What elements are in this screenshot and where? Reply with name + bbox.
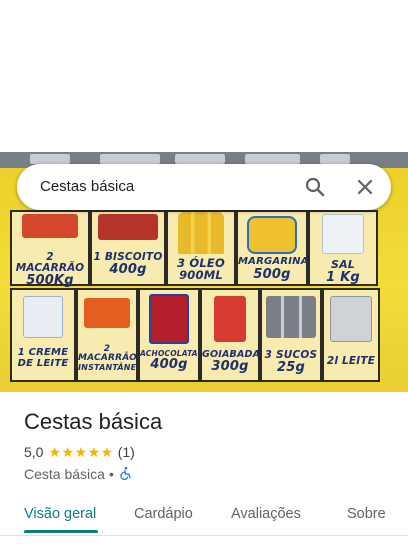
salt-package (322, 214, 364, 254)
product-label: 1 CREME DE LEITE (17, 347, 69, 369)
biscuit-package (98, 214, 158, 240)
close-icon[interactable] (353, 175, 377, 199)
cream-box (23, 296, 63, 338)
rating-stars: ★★★★★ (48, 443, 114, 460)
product-cell: 2 MACARRÃO INSTANTÂNEO (76, 288, 144, 382)
category-row: Cesta básica • (24, 465, 133, 483)
product-label: MARGARINA 500g (238, 256, 309, 282)
product-label: SAL 1 Kg (326, 258, 360, 285)
active-tab-indicator (24, 530, 98, 533)
product-cell: 2 MACARRÃO 500Kg (10, 210, 90, 289)
product-label: GOIABADA 300g (202, 349, 261, 374)
product-label: 2l LEITE (326, 355, 376, 367)
product-cell: 2l LEITE (322, 288, 380, 382)
product-cell: SAL 1 Kg (308, 210, 378, 286)
product-label: 1 BISCOITO 400g (93, 251, 163, 278)
product-label: ACHOCOLATADO 400g (140, 349, 211, 372)
oil-bottles (178, 212, 224, 254)
tab-divider (0, 535, 408, 536)
wheelchair-icon (119, 466, 133, 483)
instant-noodle-package (84, 298, 130, 328)
milk-cartons (330, 296, 372, 342)
tab-reviews[interactable]: Avaliações (231, 506, 301, 522)
tab-overview[interactable]: Visão geral (24, 506, 96, 522)
product-cell: MARGARINA 500g (236, 210, 308, 286)
tab-bar: Visão geral Cardápio Avaliações Sobre (0, 498, 408, 538)
review-count[interactable]: (1) (118, 444, 135, 460)
search-icon[interactable] (303, 175, 327, 199)
margarine-tub (247, 216, 297, 254)
tab-menu[interactable]: Cardápio (134, 506, 193, 522)
guava-paste-package (214, 296, 246, 342)
rating-value: 5,0 (24, 444, 44, 460)
product-cell: 1 CREME DE LEITE (10, 288, 76, 382)
product-cell: GOIABADA 300g (200, 288, 260, 382)
separator-dot: • (108, 466, 114, 482)
search-input[interactable]: Cestas básica (40, 178, 134, 195)
juice-packets (266, 296, 316, 338)
product-label: 3 SUCOS 25g (264, 349, 318, 376)
product-cell: ACHOCOLATADO 400g (138, 288, 211, 382)
product-cell: 1 BISCOITO 400g (90, 210, 166, 286)
pasta-package (22, 214, 78, 238)
chocolate-drink-package (149, 294, 189, 344)
product-cell: 3 SUCOS 25g (260, 288, 322, 382)
product-cell: 3 ÓLEO 900ML (166, 210, 236, 286)
rating-row[interactable]: 5,0 ★★★★★ (1) (24, 443, 135, 461)
product-label: 2 MACARRÃO INSTANTÂNEO (78, 344, 144, 372)
search-bar[interactable]: Cestas básica (17, 164, 391, 210)
product-label: 2 MACARRÃO 500Kg (15, 251, 85, 289)
product-label: 3 ÓLEO 900ML (177, 256, 225, 283)
tab-about[interactable]: Sobre (347, 506, 386, 522)
map-blank-area (0, 0, 408, 152)
place-title: Cestas básica (24, 409, 163, 434)
place-category[interactable]: Cesta básica (24, 466, 105, 482)
